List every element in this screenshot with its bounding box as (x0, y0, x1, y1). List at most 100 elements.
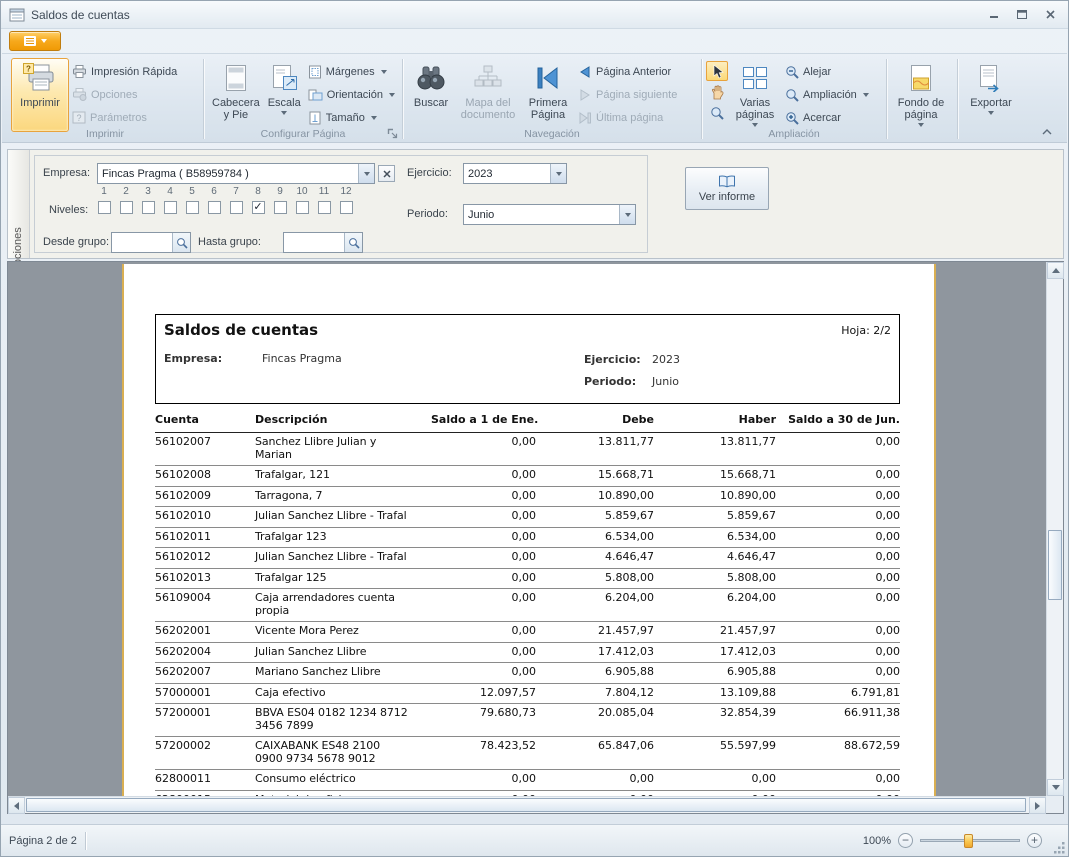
column-header: Cuenta (155, 409, 255, 433)
scroll-down-button[interactable] (1047, 779, 1064, 796)
cell-amount: 55.597,99 (654, 737, 776, 770)
cell-amount: 15.668,71 (536, 466, 654, 487)
nivel-checkbox-7[interactable] (230, 201, 243, 214)
group-label-navegacion: Navegación (404, 128, 700, 140)
periodo-combobox[interactable]: Junio (463, 204, 636, 225)
size-button[interactable]: Tamaño (305, 107, 400, 128)
cell-cuenta: 56202001 (155, 622, 255, 643)
report-empresa-value: Fincas Pragma (262, 352, 342, 365)
next-page-button[interactable]: Página siguiente (575, 84, 682, 105)
zoom-in-button[interactable]: Acercar (782, 107, 874, 128)
clear-empresa-button[interactable] (378, 165, 395, 182)
parameters-button[interactable]: ?Parámetros (69, 107, 182, 128)
ribbon-group-navegacion: Buscar Mapa del documento Primera Página… (404, 56, 700, 142)
resize-grip[interactable] (1053, 841, 1066, 854)
desde-grupo-field[interactable] (112, 234, 172, 251)
collapse-ribbon-button[interactable] (1037, 124, 1057, 138)
scroll-up-button[interactable] (1047, 262, 1064, 279)
scroll-left-button[interactable] (8, 797, 25, 814)
nivel-checkbox-5[interactable] (186, 201, 199, 214)
zoom-in-button[interactable]: + (1027, 833, 1042, 848)
preview-viewport[interactable]: Saldos de cuentas Hoja: 2/2 Empresa:Finc… (8, 262, 1046, 796)
scale-button[interactable]: Escala (264, 58, 305, 132)
lookup-button[interactable] (172, 233, 190, 252)
ribbon-group-imprimir: ? Imprimir Impresión Rápida Opciones ?Pa… (8, 56, 202, 142)
vertical-scrollbar-thumb[interactable] (1048, 530, 1062, 600)
niveles-label: Niveles: (49, 204, 88, 216)
cell-cuenta: 56102008 (155, 466, 255, 487)
zoom-out-button[interactable]: Alejar (782, 61, 874, 82)
minimize-button[interactable] (984, 6, 1004, 23)
margins-button[interactable]: Márgenes (305, 61, 400, 82)
zoom-percentage: 100% (863, 835, 891, 847)
nivel-checkbox-6[interactable] (208, 201, 221, 214)
cell-amount: 4.646,47 (654, 548, 776, 569)
scroll-right-button[interactable] (1029, 797, 1046, 814)
zoom-level-button[interactable]: Ampliación (782, 84, 874, 105)
quick-print-button[interactable]: Impresión Rápida (69, 61, 182, 82)
nivel-checkbox-1[interactable] (98, 201, 111, 214)
page-background-button[interactable]: Fondo de página (891, 58, 951, 132)
dropdown-button[interactable] (358, 164, 374, 183)
cell-amount: 0,00 (776, 663, 900, 684)
column-header: Debe (536, 409, 654, 433)
close-button[interactable] (1040, 6, 1060, 23)
options-tab[interactable]: Opciones (8, 150, 30, 258)
page-setup-dialog-launcher[interactable] (387, 128, 398, 139)
last-page-button[interactable]: Última página (575, 107, 682, 128)
horizontal-scrollbar-thumb[interactable] (26, 798, 1026, 812)
application-menu-button[interactable] (9, 31, 61, 51)
hand-tool-button[interactable] (706, 82, 728, 102)
vertical-scrollbar[interactable] (1046, 262, 1063, 796)
orientation-button[interactable]: Orientación (305, 84, 400, 105)
nivel-checkbox-9[interactable] (274, 201, 287, 214)
dropdown-button[interactable] (619, 205, 635, 224)
pointer-tool-button[interactable] (706, 61, 728, 81)
first-page-button[interactable]: Primera Página (521, 58, 575, 132)
empresa-combobox[interactable]: Fincas Pragma ( B58959784 ) (97, 163, 375, 184)
next-page-icon (578, 88, 592, 102)
hasta-grupo-input[interactable] (283, 232, 363, 253)
cell-amount: 5.859,67 (536, 507, 654, 528)
maximize-button[interactable] (1012, 6, 1032, 23)
print-button[interactable]: ? Imprimir (11, 58, 69, 132)
cell-amount: 7.804,12 (536, 683, 654, 704)
magnifier-tool-button[interactable] (706, 103, 728, 123)
zoom-out-button[interactable]: − (898, 833, 913, 848)
export-button[interactable]: Exportar (962, 58, 1020, 132)
cell-amount: 20.085,04 (536, 704, 654, 737)
horizontal-scrollbar[interactable] (8, 796, 1046, 813)
nivel-checkbox-10[interactable] (296, 201, 309, 214)
ver-informe-button[interactable]: Ver informe (685, 167, 769, 210)
ribbon-group-exportar: Exportar (959, 56, 1025, 142)
hand-icon (710, 85, 724, 100)
cell-amount: 0,00 (431, 486, 536, 507)
previous-page-button[interactable]: Página Anterior (575, 61, 682, 82)
nivel-checkbox-12[interactable] (340, 201, 353, 214)
nivel-checkbox-2[interactable] (120, 201, 133, 214)
nivel-checkbox-8[interactable]: ✓ (252, 201, 265, 214)
minimize-icon (989, 10, 999, 19)
dropdown-button[interactable] (550, 164, 566, 183)
document-map-button[interactable]: Mapa del documento (455, 58, 521, 132)
hasta-grupo-field[interactable] (284, 234, 344, 251)
search-button[interactable]: Buscar (407, 58, 455, 132)
search-icon (176, 237, 188, 249)
cell-amount: 78.423,52 (431, 737, 536, 770)
desde-grupo-input[interactable] (111, 232, 191, 253)
header-footer-button[interactable]: Cabecera y Pie (208, 58, 264, 132)
print-options-button[interactable]: Opciones (69, 84, 182, 105)
nivel-checkbox-4[interactable] (164, 201, 177, 214)
zoom-slider[interactable] (920, 833, 1020, 849)
cell-amount: 12.097,57 (431, 683, 536, 704)
multiple-pages-button[interactable]: Varias páginas (728, 58, 782, 132)
cell-descripcion: BBVA ES04 0182 1234 8712 3456 7899 (255, 704, 431, 737)
lookup-button[interactable] (344, 233, 362, 252)
nivel-checkbox-11[interactable] (318, 201, 331, 214)
ejercicio-combobox[interactable]: 2023 (463, 163, 567, 184)
ribbon-group-ampliacion: Varias páginas Alejar Ampliación Acercar… (703, 56, 885, 142)
zoom-slider-thumb[interactable] (964, 834, 973, 848)
options-fields-group: Empresa: Fincas Pragma ( B58959784 ) Eje… (34, 155, 648, 253)
cell-amount: 0,00 (431, 507, 536, 528)
nivel-checkbox-3[interactable] (142, 201, 155, 214)
